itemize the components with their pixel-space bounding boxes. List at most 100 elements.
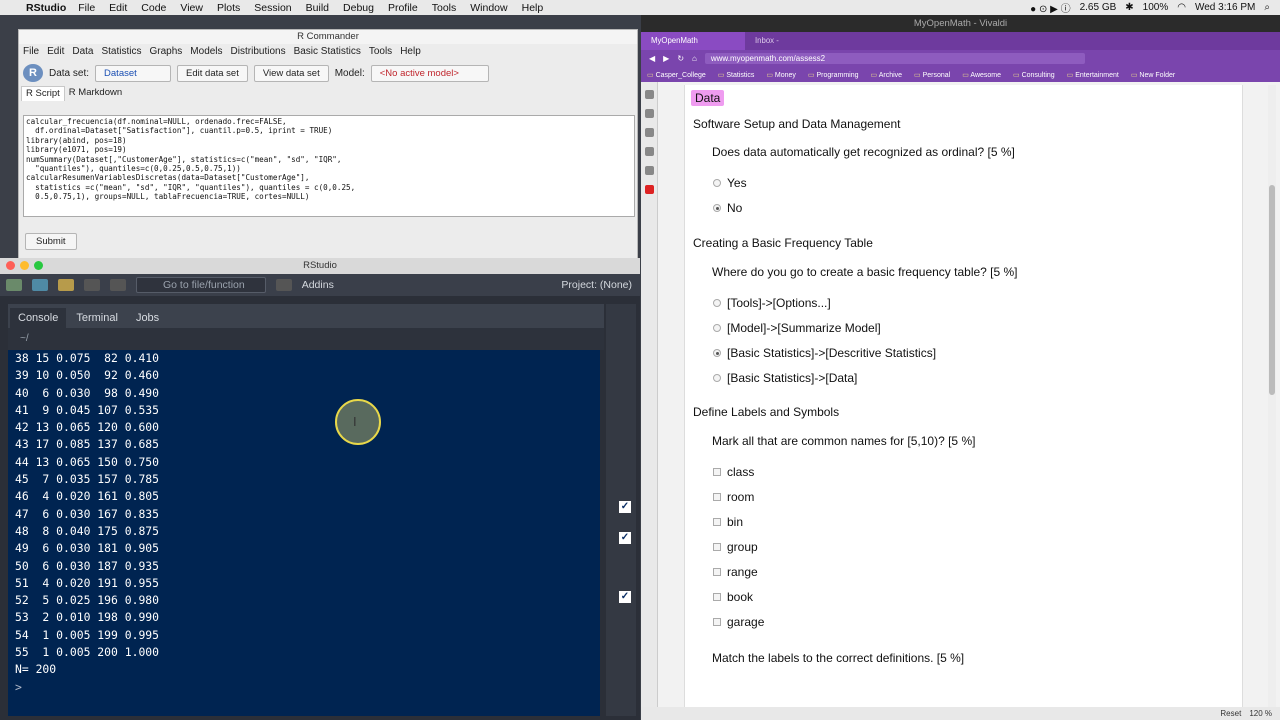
checkbox-icon[interactable] [713, 518, 721, 526]
new-file-icon[interactable] [6, 279, 22, 291]
model-button[interactable]: <No active model> [370, 64, 489, 82]
checkbox-icon[interactable] [713, 593, 721, 601]
rc-menu-edit[interactable]: Edit [47, 44, 64, 60]
bookmark-item[interactable]: Archive [871, 71, 902, 79]
checkbox-book[interactable]: book [713, 590, 753, 604]
bookmark-item[interactable]: Personal [914, 71, 951, 79]
menu-tools[interactable]: Tools [432, 2, 457, 14]
memory-readout[interactable]: 2.65 GB [1080, 2, 1117, 13]
notes-icon[interactable] [644, 128, 654, 137]
tab-r-markdown[interactable]: R Markdown [65, 86, 126, 101]
radio-icon[interactable] [713, 179, 721, 187]
submit-button[interactable]: Submit [25, 233, 77, 250]
bookmark-item[interactable]: Money [766, 71, 796, 79]
bookmark-icon[interactable] [644, 90, 654, 99]
checkbox-icon[interactable] [713, 543, 721, 551]
checkbox-bin[interactable]: bin [713, 515, 743, 529]
checkbox-range[interactable]: range [713, 565, 758, 579]
minimize-icon[interactable] [20, 261, 29, 270]
rc-menu-data[interactable]: Data [72, 44, 93, 60]
rc-menu-basic-statistics[interactable]: Basic Statistics [294, 44, 361, 60]
radio-icon[interactable] [713, 374, 721, 382]
r-script-editor[interactable]: calcular_frecuencia(df.nominal=NULL, ord… [23, 115, 635, 217]
menu-debug[interactable]: Debug [343, 2, 374, 14]
working-directory[interactable]: ~/ [8, 328, 604, 350]
checkbox-class[interactable]: class [713, 465, 754, 479]
window-icon[interactable] [644, 166, 654, 175]
rc-menu-graphs[interactable]: Graphs [150, 44, 183, 60]
menu-help[interactable]: Help [522, 2, 544, 14]
tab-jobs[interactable]: Jobs [128, 308, 167, 328]
bookmark-item[interactable]: Entertainment [1067, 71, 1119, 79]
option-yes[interactable]: Yes [713, 176, 747, 190]
print-icon[interactable] [110, 279, 126, 291]
tab-terminal[interactable]: Terminal [68, 308, 126, 328]
radio-icon[interactable] [713, 324, 721, 332]
zoom-level[interactable]: 120 % [1249, 709, 1272, 718]
maximize-icon[interactable] [34, 261, 43, 270]
checkbox-icon[interactable] [713, 618, 721, 626]
rc-menu-distributions[interactable]: Distributions [231, 44, 286, 60]
wifi-icon[interactable]: ◠ [1177, 2, 1186, 13]
rc-menu-tools[interactable]: Tools [369, 44, 392, 60]
project-menu[interactable]: Project: (None) [561, 279, 632, 291]
menu-session[interactable]: Session [254, 2, 291, 14]
menu-code[interactable]: Code [141, 2, 166, 14]
forward-icon[interactable]: ▶ [663, 54, 669, 63]
checkbox-group[interactable]: group [713, 540, 758, 554]
status-icons[interactable]: ● ⊙ ▶ ⓘ [1030, 0, 1070, 15]
youtube-icon[interactable] [644, 185, 654, 194]
checkbox-room[interactable]: room [713, 490, 754, 504]
dataset-button[interactable]: Dataset [95, 64, 172, 82]
close-icon[interactable] [6, 261, 15, 270]
checkbox-garage[interactable]: garage [713, 615, 764, 629]
menu-window[interactable]: Window [470, 2, 507, 14]
checkbox-icon[interactable]: ✓ [619, 532, 631, 544]
radio-icon[interactable] [713, 349, 721, 357]
grid-icon[interactable] [275, 279, 292, 291]
rc-menu-models[interactable]: Models [190, 44, 222, 60]
scrollbar-thumb[interactable] [1269, 185, 1275, 395]
option-descriptive[interactable]: [Basic Statistics]->[Descritive Statisti… [713, 346, 936, 360]
history-icon[interactable] [644, 147, 654, 156]
tab-inbox[interactable]: Inbox - ethan.harris@casp... [745, 32, 849, 63]
console-output[interactable]: 38 15 0.075 82 0.410 39 10 0.050 92 0.460… [8, 350, 600, 716]
goto-file-input[interactable]: Go to file/function [136, 277, 266, 293]
option-data[interactable]: [Basic Statistics]->[Data] [713, 371, 857, 385]
menu-view[interactable]: View [180, 2, 203, 14]
menu-file[interactable]: File [78, 2, 95, 14]
menu-profile[interactable]: Profile [388, 2, 418, 14]
menubar-app-name[interactable]: RStudio [26, 2, 66, 14]
bookmark-item[interactable]: Awesome [962, 71, 1001, 79]
page-scrollbar[interactable] [1268, 85, 1276, 715]
radio-icon[interactable] [713, 299, 721, 307]
open-file-icon[interactable] [58, 279, 74, 291]
reload-icon[interactable]: ↻ [677, 54, 684, 63]
battery-readout[interactable]: 100% [1143, 2, 1169, 13]
tab-console[interactable]: Console [10, 308, 67, 328]
bluetooth-icon[interactable]: ✱ [1125, 2, 1133, 13]
checkbox-icon[interactable]: ✓ [619, 591, 631, 603]
new-project-icon[interactable] [32, 279, 48, 291]
bookmark-item[interactable]: Consulting [1013, 71, 1055, 79]
checkbox-icon[interactable] [713, 568, 721, 576]
tab-myopenmath[interactable]: MyOpenMath [641, 32, 745, 50]
url-input[interactable]: www.myopenmath.com/assess2 [704, 53, 1085, 64]
addins-menu[interactable]: Addins [302, 279, 334, 291]
bookmark-item[interactable]: Programming [808, 71, 858, 79]
option-tools[interactable]: [Tools]->[Options...] [713, 296, 831, 310]
checkbox-icon[interactable]: ✓ [619, 501, 631, 513]
rc-menu-help[interactable]: Help [400, 44, 421, 60]
reset-button[interactable]: Reset [1220, 709, 1241, 718]
home-icon[interactable]: ⌂ [692, 54, 697, 63]
clock[interactable]: Wed 3:16 PM [1195, 2, 1255, 13]
bookmark-item[interactable]: Statistics [718, 71, 754, 79]
menu-edit[interactable]: Edit [109, 2, 127, 14]
option-model[interactable]: [Model]->[Summarize Model] [713, 321, 881, 335]
rc-menu-statistics[interactable]: Statistics [101, 44, 141, 60]
bookmark-item[interactable]: New Folder [1131, 71, 1175, 79]
checkbox-icon[interactable] [713, 493, 721, 501]
tab-r-script[interactable]: R Script [21, 86, 65, 101]
menu-build[interactable]: Build [306, 2, 329, 14]
back-icon[interactable]: ◀ [649, 54, 655, 63]
